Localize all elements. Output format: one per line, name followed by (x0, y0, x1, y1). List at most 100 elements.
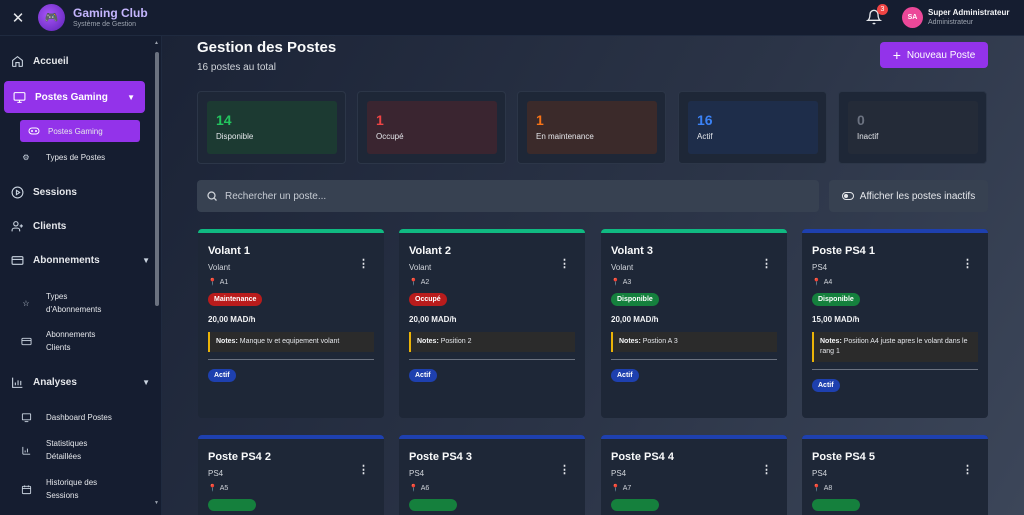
sidebar-subitem-types-abonnements[interactable]: ☆ Types d'Abonnements (20, 290, 116, 316)
status-badge: Occupé (409, 293, 447, 306)
plus-icon: + (892, 47, 901, 63)
home-icon (10, 54, 24, 68)
status-badge: Maintenance (208, 293, 263, 306)
sidebar-subitem-historique[interactable]: Historique des Sessions (20, 476, 116, 502)
pin-icon: 📍 (611, 485, 620, 492)
sidebar-item-accueil[interactable]: Accueil (10, 54, 69, 68)
post-price: 20,00 MAD/h (208, 315, 256, 324)
post-card[interactable]: Poste PS4 5 ⋮ PS4 📍 A8 (802, 435, 988, 515)
scroll-down-icon[interactable]: ▼ (154, 500, 159, 506)
more-options-icon[interactable]: ⋮ (358, 257, 369, 270)
gamepad-icon (28, 125, 40, 137)
top-bar: ✕ 🎮 Gaming Club Système de Gestion 3 SA … (0, 0, 1024, 36)
credit-card-icon (20, 335, 32, 347)
stat-value: 1 (376, 112, 384, 128)
post-location: 📍 A4 (812, 278, 978, 287)
new-post-button[interactable]: + Nouveau Poste (880, 42, 988, 68)
post-notes: Notes: Position A4 juste apres le volant… (812, 332, 978, 362)
status-badge (611, 499, 659, 511)
stat-label: En maintenance (536, 132, 594, 141)
post-name: Poste PS4 2 (208, 451, 271, 463)
more-options-icon[interactable]: ⋮ (761, 257, 772, 270)
show-inactive-button[interactable]: Afficher les postes inactifs (829, 180, 988, 212)
more-options-icon[interactable]: ⋮ (559, 463, 570, 476)
sidebar-item-label: Sessions (33, 186, 77, 198)
post-location: 📍 A6 (409, 484, 575, 493)
sidebar-item-analyses[interactable]: Analyses ▼ (10, 375, 150, 389)
post-type: PS4 (611, 469, 627, 478)
close-icon[interactable]: ✕ (0, 9, 36, 27)
divider (812, 369, 978, 370)
pin-icon: 📍 (812, 485, 821, 492)
new-post-label: Nouveau Poste (906, 49, 976, 61)
post-type: PS4 (812, 469, 828, 478)
pin-icon: 📍 (611, 279, 620, 286)
post-price: 20,00 MAD/h (611, 315, 659, 324)
sidebar-item-label: Dashboard Postes (46, 412, 112, 422)
post-card[interactable]: Volant 1 ⋮ Volant 📍 A1 Maintenance 20,00 … (198, 229, 384, 418)
monitor-icon (12, 90, 26, 104)
sidebar-scrollbar[interactable] (155, 52, 159, 306)
post-card[interactable]: Poste PS4 4 ⋮ PS4 📍 A7 (601, 435, 787, 515)
sidebar-subitem-postes-gaming[interactable]: Postes Gaming (20, 120, 140, 142)
scroll-up-icon[interactable]: ▲ (154, 40, 159, 46)
more-options-icon[interactable]: ⋮ (761, 463, 772, 476)
sidebar-item-label: Abonnements Clients (46, 330, 96, 352)
search-icon (207, 191, 217, 201)
card-accent-bar (399, 435, 585, 439)
user-name: Super Administrateur (928, 8, 1010, 17)
stat-card-occupe: 1 Occupé (357, 91, 506, 164)
sidebar-item-label: Accueil (33, 55, 69, 67)
more-options-icon[interactable]: ⋮ (358, 463, 369, 476)
post-name: Poste PS4 4 (611, 451, 674, 463)
sidebar-item-clients[interactable]: Clients (10, 219, 66, 233)
more-options-icon[interactable]: ⋮ (962, 257, 973, 270)
status-badge: Disponible (611, 293, 659, 306)
post-price: 20,00 MAD/h (409, 315, 457, 324)
dashboard-icon (20, 411, 32, 423)
more-options-icon[interactable]: ⋮ (559, 257, 570, 270)
sidebar-subitem-types-postes[interactable]: ⚙ Types de Postes (20, 151, 105, 163)
notes-label: Notes: (417, 338, 439, 345)
sidebar-item-label: Historique des Sessions (46, 478, 98, 500)
stat-inner: 0 Inactif (848, 101, 978, 154)
post-card[interactable]: Volant 3 ⋮ Volant 📍 A3 Disponible 20,00 M… (601, 229, 787, 418)
post-card[interactable]: Poste PS4 1 ⋮ PS4 📍 A4 Disponible 15,00 M… (802, 229, 988, 418)
sidebar-subitem-abonnements-clients[interactable]: Abonnements Clients (20, 328, 116, 354)
more-options-icon[interactable]: ⋮ (962, 463, 973, 476)
notes-label: Notes: (619, 338, 641, 345)
logo-icon: 🎮 (38, 4, 65, 31)
active-badge: Actif (611, 369, 639, 382)
card-icon (10, 253, 24, 267)
user-info[interactable]: Super Administrateur Administrateur (928, 7, 1010, 28)
stat-label: Inactif (857, 132, 879, 141)
sidebar-item-postes-gaming[interactable]: Postes Gaming ▼ (4, 81, 145, 113)
avatar[interactable]: SA (902, 7, 923, 28)
app-subtitle: Système de Gestion (73, 20, 137, 28)
location-text: A7 (622, 484, 632, 492)
post-location: 📍 A7 (611, 484, 777, 493)
post-card[interactable]: Volant 2 ⋮ Volant 📍 A2 Occupé 20,00 MAD/h… (399, 229, 585, 418)
sidebar-subitem-statistiques[interactable]: Statistiques Détaillées (20, 437, 116, 463)
post-notes: Notes: Postion A 3 (611, 332, 777, 352)
post-location: 📍 A5 (208, 484, 374, 493)
chevron-down-icon: ▼ (127, 92, 135, 102)
post-name: Poste PS4 1 (812, 245, 875, 257)
post-card[interactable]: Poste PS4 3 ⋮ PS4 📍 A6 (399, 435, 585, 515)
brand: Gaming Club Système de Gestion (73, 6, 148, 30)
sidebar-subitem-dashboard-postes[interactable]: Dashboard Postes (20, 411, 112, 423)
post-card[interactable]: Poste PS4 2 ⋮ PS4 📍 A5 (198, 435, 384, 515)
user-plus-icon (10, 219, 24, 233)
post-name: Poste PS4 3 (409, 451, 472, 463)
post-name: Volant 2 (409, 245, 451, 257)
status-badge (812, 499, 860, 511)
post-location: 📍 A8 (812, 484, 978, 493)
search-input[interactable] (225, 190, 785, 202)
post-name: Volant 1 (208, 245, 250, 257)
notes-text: Manque tv et equipement volant (239, 338, 340, 345)
card-accent-bar (802, 435, 988, 439)
card-accent-bar (802, 229, 988, 233)
sidebar-item-sessions[interactable]: Sessions (10, 185, 77, 199)
user-role: Administrateur (928, 19, 974, 26)
sidebar-item-abonnements[interactable]: Abonnements ▼ (10, 253, 150, 267)
